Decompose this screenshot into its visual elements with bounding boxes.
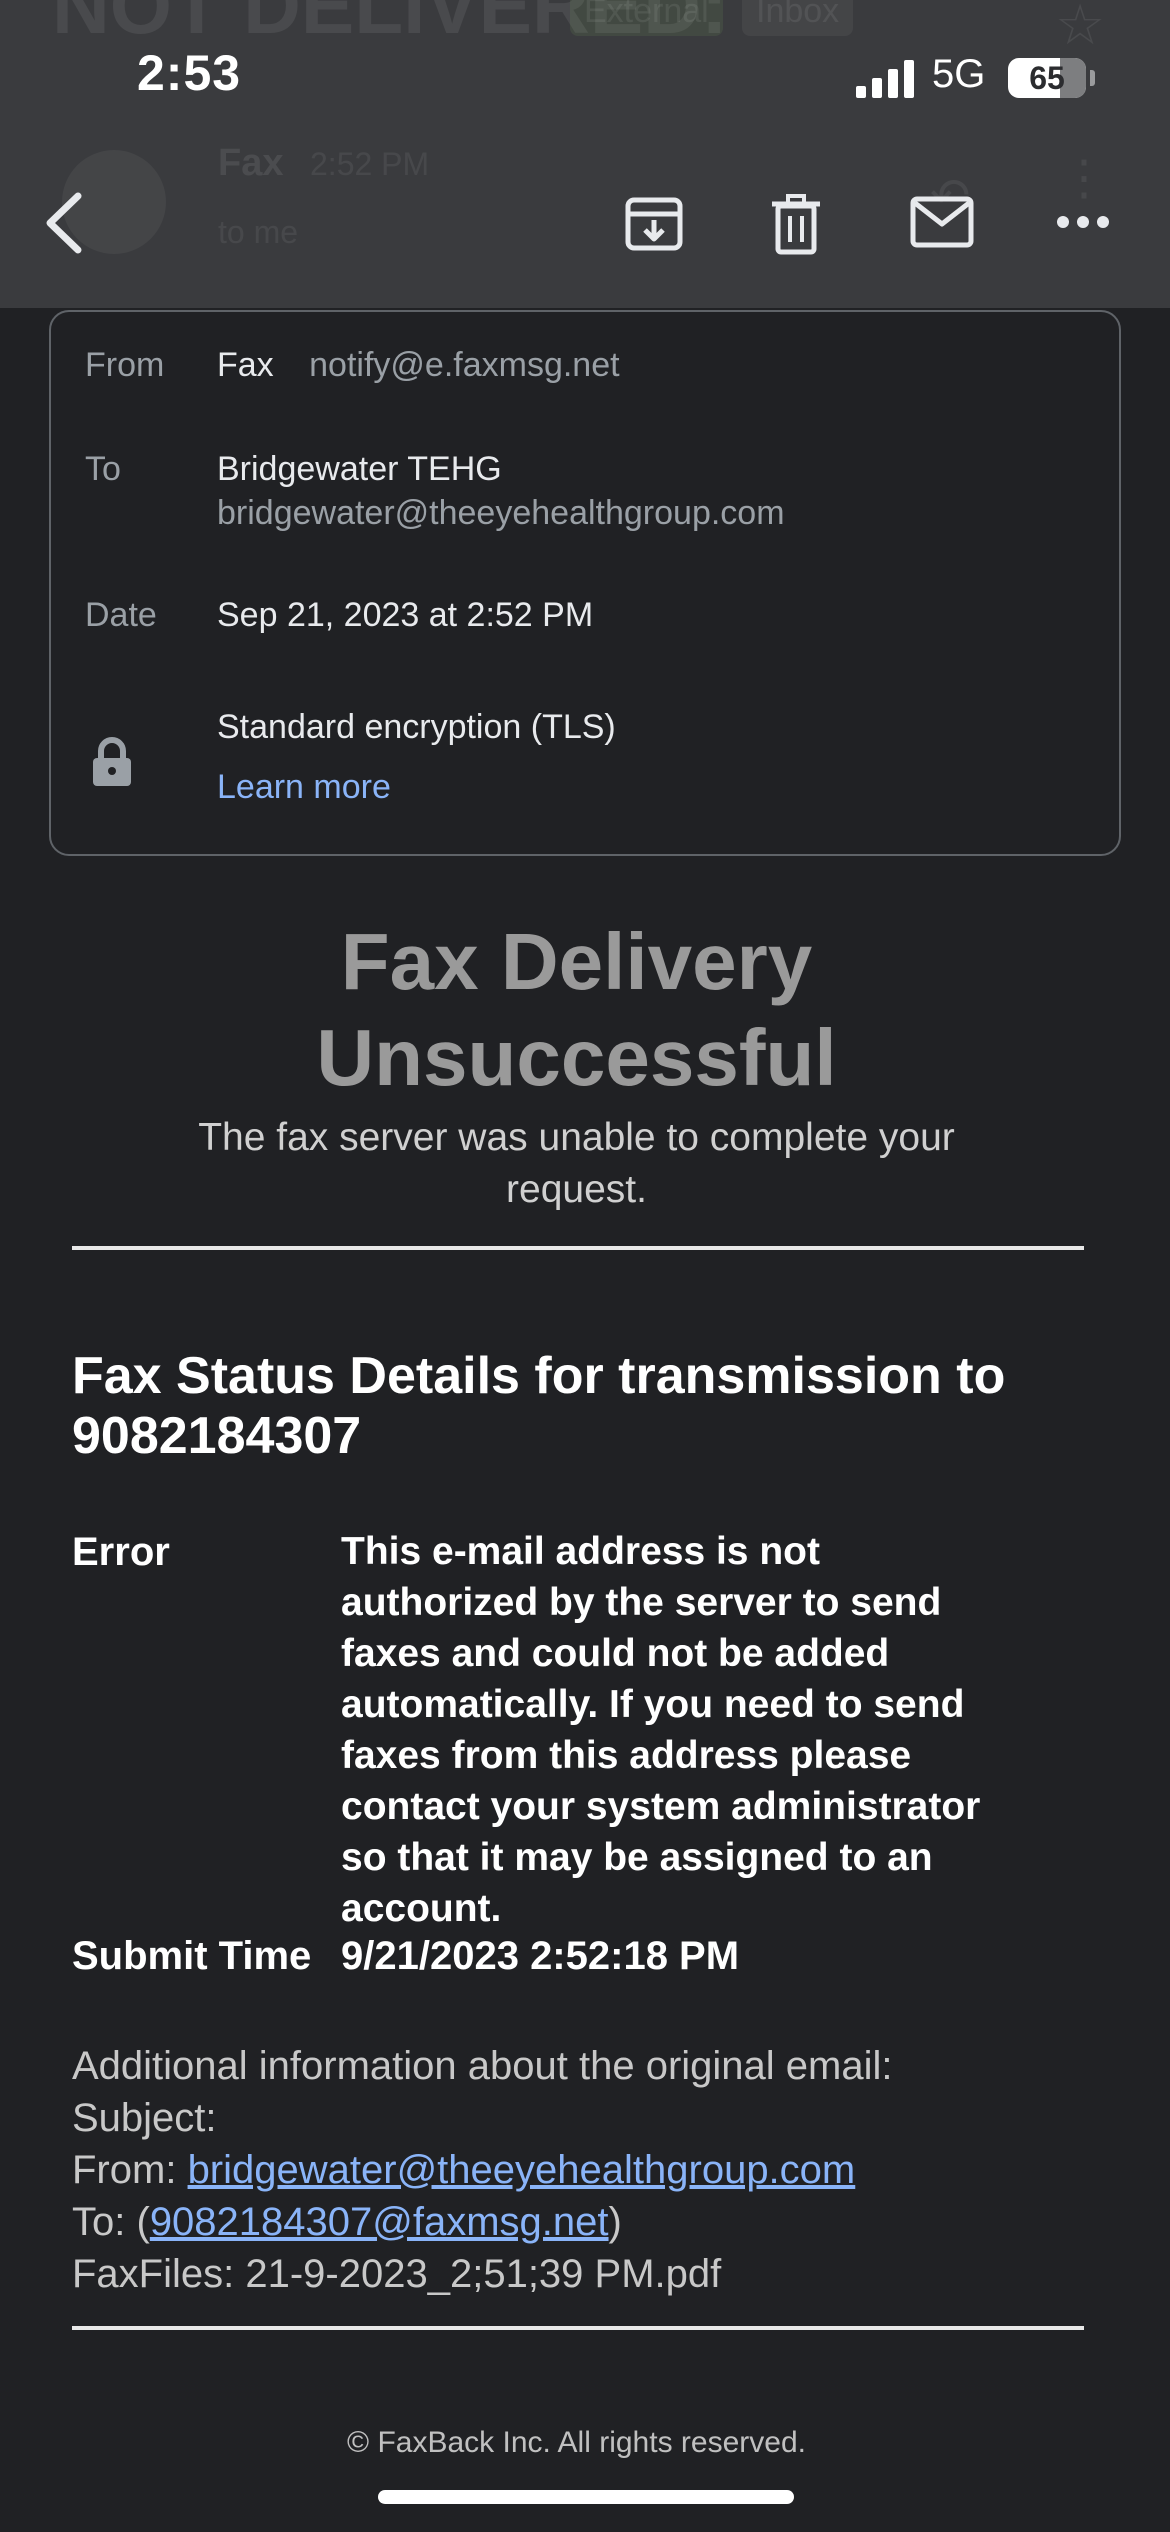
to-name[interactable]: Bridgewater TEHG bbox=[217, 450, 502, 489]
battery-tip bbox=[1090, 70, 1095, 86]
from-name[interactable]: Fax bbox=[217, 346, 274, 384]
status-title: Fax Status Details for transmission to 9… bbox=[72, 1346, 1102, 1466]
from-label: From bbox=[85, 346, 165, 384]
home-indicator[interactable] bbox=[378, 2490, 794, 2504]
battery-level: 65 bbox=[1029, 60, 1065, 96]
archive-button[interactable] bbox=[624, 194, 684, 254]
mail-icon bbox=[910, 196, 974, 248]
ghost-tag-inbox: Inbox bbox=[742, 0, 854, 36]
original-to-line: To: (9082184307@faxmsg.net) bbox=[72, 2200, 622, 2245]
date-value: Sep 21, 2023 at 2:52 PM bbox=[217, 596, 594, 634]
mark-unread-button[interactable] bbox=[910, 194, 974, 250]
date-label: Date bbox=[85, 596, 157, 634]
more-horizontal-icon bbox=[1057, 216, 1109, 228]
subject-line: Subject: bbox=[72, 2096, 217, 2140]
more-button[interactable] bbox=[1055, 200, 1111, 240]
error-line: account. bbox=[341, 1887, 502, 1930]
additional-info-heading: Additional information about the origina… bbox=[72, 2044, 893, 2088]
ghost-recipient: to me bbox=[218, 214, 299, 250]
error-line: faxes and could not be added bbox=[341, 1632, 890, 1675]
error-line: This e-mail address is not bbox=[341, 1530, 820, 1573]
lead-line-1: The fax server was unable to complete yo… bbox=[198, 1116, 955, 1159]
encryption-text: Standard encryption (TLS) bbox=[217, 708, 616, 746]
status-time: 2:53 bbox=[137, 45, 242, 101]
original-to-link[interactable]: 9082184307@faxmsg.net bbox=[150, 2200, 609, 2244]
status-title-line-2: 9082184307 bbox=[72, 1407, 362, 1465]
ghost-star-icon: ☆ bbox=[1055, 0, 1106, 56]
from-row: Fax notify@e.faxmsg.net bbox=[217, 346, 620, 385]
status-title-line-1: Fax Status Details for transmission to bbox=[72, 1347, 1006, 1405]
to-close-paren: ) bbox=[608, 2200, 622, 2244]
heading-line-1: Fax Delivery bbox=[340, 917, 813, 1006]
ghost-sender: Fax bbox=[218, 142, 284, 184]
submit-time-label: Submit Time bbox=[72, 1934, 312, 1978]
original-from-label: From: bbox=[72, 2148, 177, 2192]
signal-icon bbox=[856, 60, 914, 98]
lock-icon bbox=[93, 737, 131, 786]
to-label: To bbox=[85, 450, 121, 488]
chevron-left-icon bbox=[46, 192, 82, 254]
network-type: 5G bbox=[932, 52, 986, 96]
top-bar: NOT DELIVERED: External Inbox ☆ Fax 2:52… bbox=[0, 0, 1170, 308]
back-button[interactable] bbox=[40, 188, 90, 258]
from-email[interactable]: notify@e.faxmsg.net bbox=[309, 346, 619, 384]
divider-bottom bbox=[72, 2326, 1084, 2330]
error-line: so that it may be assigned to an bbox=[341, 1836, 933, 1879]
error-label: Error bbox=[72, 1530, 170, 1574]
original-to-label: To: bbox=[72, 2200, 126, 2244]
divider-top bbox=[72, 1246, 1084, 1250]
trash-icon bbox=[772, 194, 820, 255]
error-line: contact your system administrator bbox=[341, 1785, 981, 1828]
faxfiles-line: FaxFiles: 21-9-2023_2;51;39 PM.pdf bbox=[72, 2252, 722, 2296]
to-email[interactable]: bridgewater@theeyehealthgroup.com bbox=[217, 494, 785, 533]
lead-line-2: request. bbox=[506, 1168, 647, 1211]
lead-text: The fax server was unable to complete yo… bbox=[150, 1112, 1003, 1216]
ghost-more-icon: ⋮ bbox=[1060, 152, 1108, 205]
ghost-time: 2:52 PM bbox=[310, 146, 430, 182]
learn-more-link[interactable]: Learn more bbox=[217, 768, 391, 807]
message-details-card: From Fax notify@e.faxmsg.net To Bridgewa… bbox=[49, 310, 1121, 856]
footer-copyright: © FaxBack Inc. All rights reserved. bbox=[347, 2426, 806, 2459]
original-from-line: From: bridgewater@theeyehealthgroup.com bbox=[72, 2148, 855, 2193]
delete-button[interactable] bbox=[768, 194, 824, 256]
error-text: This e-mail address is not authorized by… bbox=[341, 1526, 1073, 1934]
submit-time-value: 9/21/2023 2:52:18 PM bbox=[341, 1934, 740, 1978]
original-from-link[interactable]: bridgewater@theeyehealthgroup.com bbox=[188, 2148, 856, 2192]
error-line: automatically. If you need to send bbox=[341, 1683, 965, 1726]
battery-icon: 65 bbox=[1008, 58, 1086, 98]
archive-icon bbox=[625, 197, 683, 251]
error-line: faxes from this address please bbox=[341, 1734, 912, 1777]
to-open-paren: ( bbox=[136, 2200, 150, 2244]
ghost-tag-external: External bbox=[570, 0, 723, 36]
heading-line-2: Unsuccessful bbox=[316, 1013, 837, 1102]
error-line: authorized by the server to send bbox=[341, 1581, 942, 1624]
